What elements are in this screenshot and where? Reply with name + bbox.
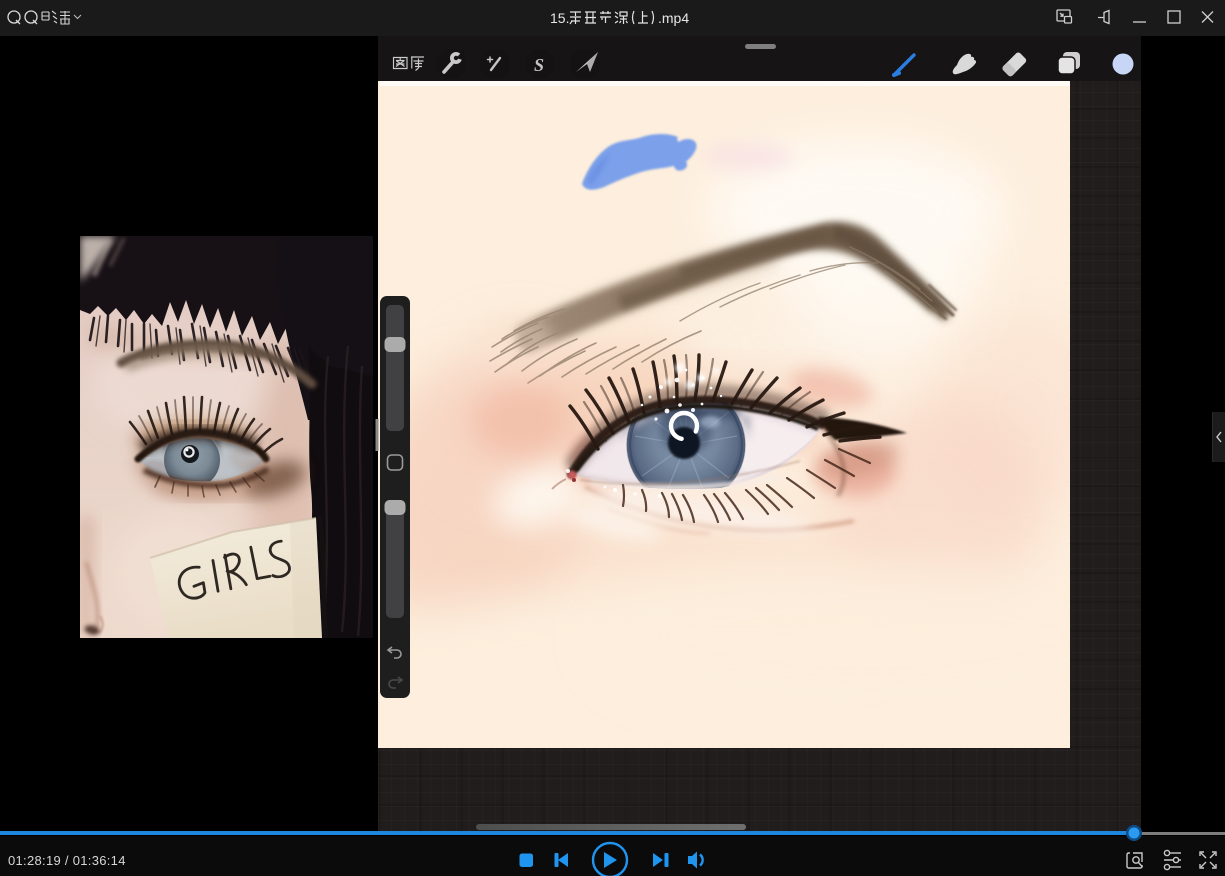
svg-text:.mp4: .mp4 <box>658 10 689 26</box>
svg-text:15.: 15. <box>550 10 569 26</box>
svg-text:S: S <box>534 55 544 75</box>
